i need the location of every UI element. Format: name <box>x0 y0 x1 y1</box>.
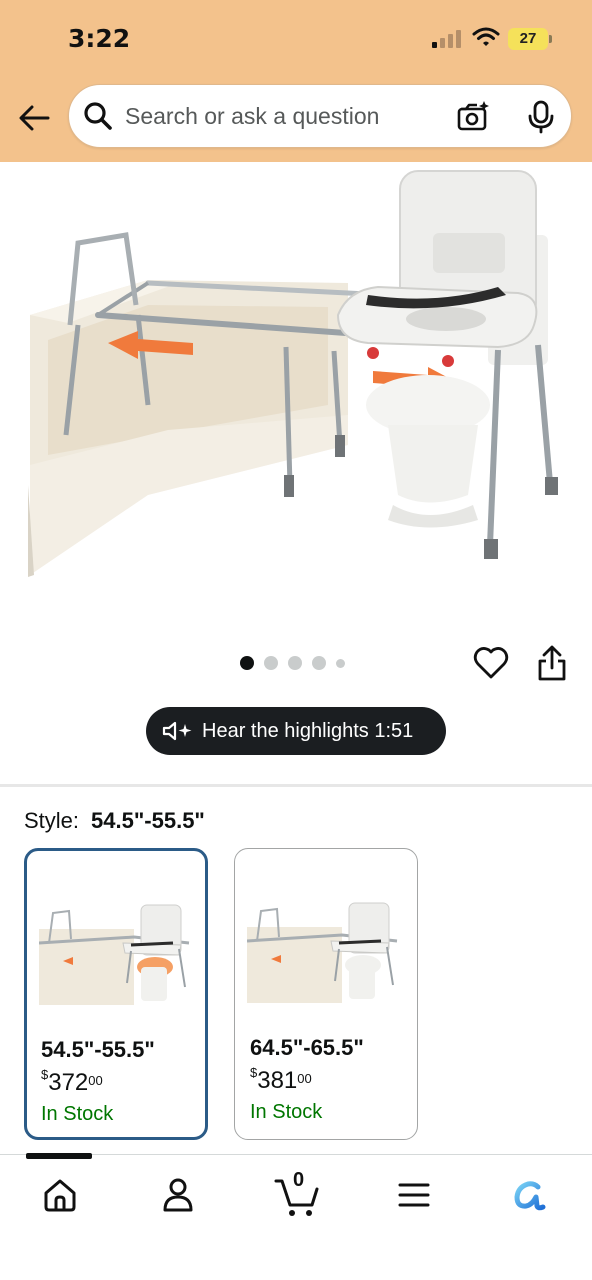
style-option-size: 54.5"-55.5" <box>41 1037 155 1062</box>
style-option-availability: In Stock <box>41 1103 114 1125</box>
hear-highlights-label: Hear the highlights 1:51 <box>202 719 414 742</box>
style-option-price: $38100 <box>250 1065 312 1095</box>
style-selected-value: 54.5"-55.5" <box>91 808 205 833</box>
carousel-dot-4[interactable] <box>312 656 326 670</box>
speaker-sparkle-icon <box>162 721 192 741</box>
search-bar[interactable] <box>68 84 572 148</box>
style-option-thumbnail <box>39 904 190 1005</box>
style-label: Style: <box>24 808 80 833</box>
carousel-dot-2[interactable] <box>264 656 278 670</box>
status-time: 3:22 <box>68 24 131 53</box>
mic-icon[interactable] <box>523 99 559 135</box>
style-option-card[interactable]: 54.5"-55.5" $37200 In Stock <box>24 848 208 1140</box>
wifi-icon <box>472 27 500 46</box>
home-icon[interactable] <box>40 1175 80 1215</box>
style-option-thumbnail <box>247 902 398 1003</box>
price-currency: $ <box>41 1067 49 1082</box>
carousel-dot-3[interactable] <box>288 656 302 670</box>
style-option-price: $37200 <box>41 1067 103 1097</box>
price-cents: 00 <box>88 1073 103 1088</box>
price-whole: 381 <box>257 1067 298 1094</box>
style-option-card[interactable]: 64.5"-65.5" $38100 In Stock <box>234 848 418 1140</box>
cart-button[interactable]: 0 <box>274 1169 320 1219</box>
cell-signal-icon <box>432 30 464 48</box>
cart-count: 0 <box>293 1169 305 1191</box>
image-carousel-dots[interactable] <box>240 655 345 671</box>
search-input[interactable] <box>125 103 425 130</box>
style-selector-label: Style: 54.5"-55.5" <box>24 808 205 834</box>
back-arrow-icon[interactable] <box>16 100 52 136</box>
carousel-dot-1[interactable] <box>240 656 254 670</box>
product-image[interactable] <box>28 165 568 577</box>
price-currency: $ <box>250 1065 258 1080</box>
price-cents: 00 <box>297 1071 312 1086</box>
price-whole: 372 <box>48 1069 89 1096</box>
heart-icon[interactable] <box>472 644 510 682</box>
share-icon[interactable] <box>534 644 570 682</box>
active-tab-indicator <box>26 1153 92 1159</box>
bottom-navigation: 0 <box>0 1153 592 1280</box>
carousel-dot-5[interactable] <box>336 658 345 668</box>
hear-highlights-button[interactable]: Hear the highlights 1:51 <box>146 707 446 755</box>
battery-indicator: 27 <box>508 28 552 50</box>
header: 3:22 27 <box>0 0 592 162</box>
account-icon[interactable] <box>158 1175 198 1215</box>
section-divider <box>0 784 592 787</box>
menu-icon[interactable] <box>394 1175 434 1215</box>
style-option-size: 64.5"-65.5" <box>250 1035 364 1060</box>
style-option-availability: In Stock <box>250 1101 323 1123</box>
camera-icon[interactable] <box>455 99 491 135</box>
rufus-icon[interactable] <box>510 1175 550 1215</box>
search-icon <box>84 102 112 130</box>
